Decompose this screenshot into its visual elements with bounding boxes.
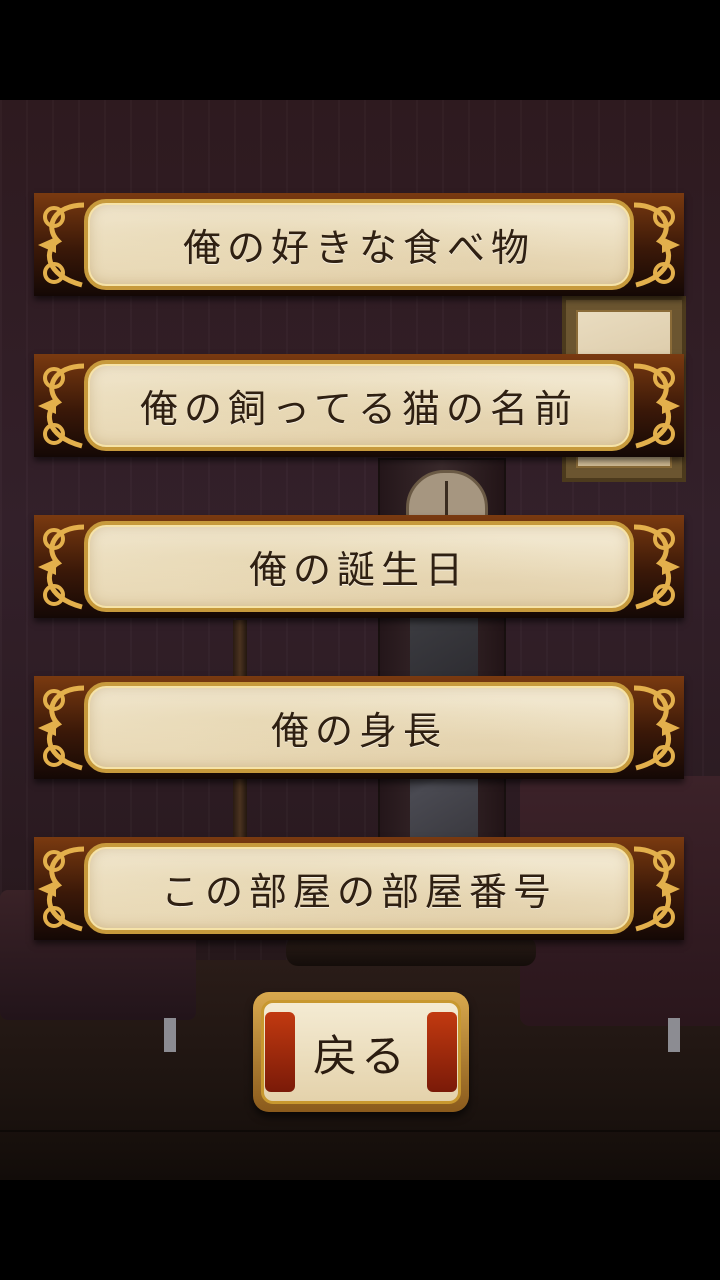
menu-button-label: 俺の飼ってる猫の名前 [139, 387, 579, 431]
button-plate: 俺の飼ってる猫の名前 [84, 360, 634, 451]
back-button-label: 戻る [313, 1031, 409, 1082]
menu-button-label: この部屋の部屋番号 [160, 870, 557, 914]
button-plate: 俺の身長 [84, 682, 634, 773]
menu-button-label: 俺の身長 [270, 709, 447, 753]
sofa-leg [668, 1018, 680, 1052]
menu-button-label: 俺の好きな食べ物 [182, 226, 535, 270]
sofa-leg [164, 1018, 176, 1052]
coffee-table [286, 936, 536, 966]
top-black-bar [0, 0, 720, 100]
back-button-ornament-right [427, 1012, 457, 1092]
floor-line [0, 1130, 720, 1132]
bottom-black-bar [0, 1180, 720, 1280]
menu-button-room-number[interactable]: この部屋の部屋番号 [34, 837, 684, 940]
button-plate: 俺の好きな食べ物 [84, 199, 634, 290]
menu-button-height[interactable]: 俺の身長 [34, 676, 684, 779]
menu-button-birthday[interactable]: 俺の誕生日 [34, 515, 684, 618]
menu-button-cat-name[interactable]: 俺の飼ってる猫の名前 [34, 354, 684, 457]
menu-button-label: 俺の誕生日 [248, 548, 469, 592]
back-button[interactable]: 戻る [253, 992, 469, 1112]
back-button-ornament-left [265, 1012, 295, 1092]
button-plate: この部屋の部屋番号 [84, 843, 634, 934]
clock-hand [445, 481, 448, 519]
button-plate: 俺の誕生日 [84, 521, 634, 612]
menu-button-favorite-food[interactable]: 俺の好きな食べ物 [34, 193, 684, 296]
